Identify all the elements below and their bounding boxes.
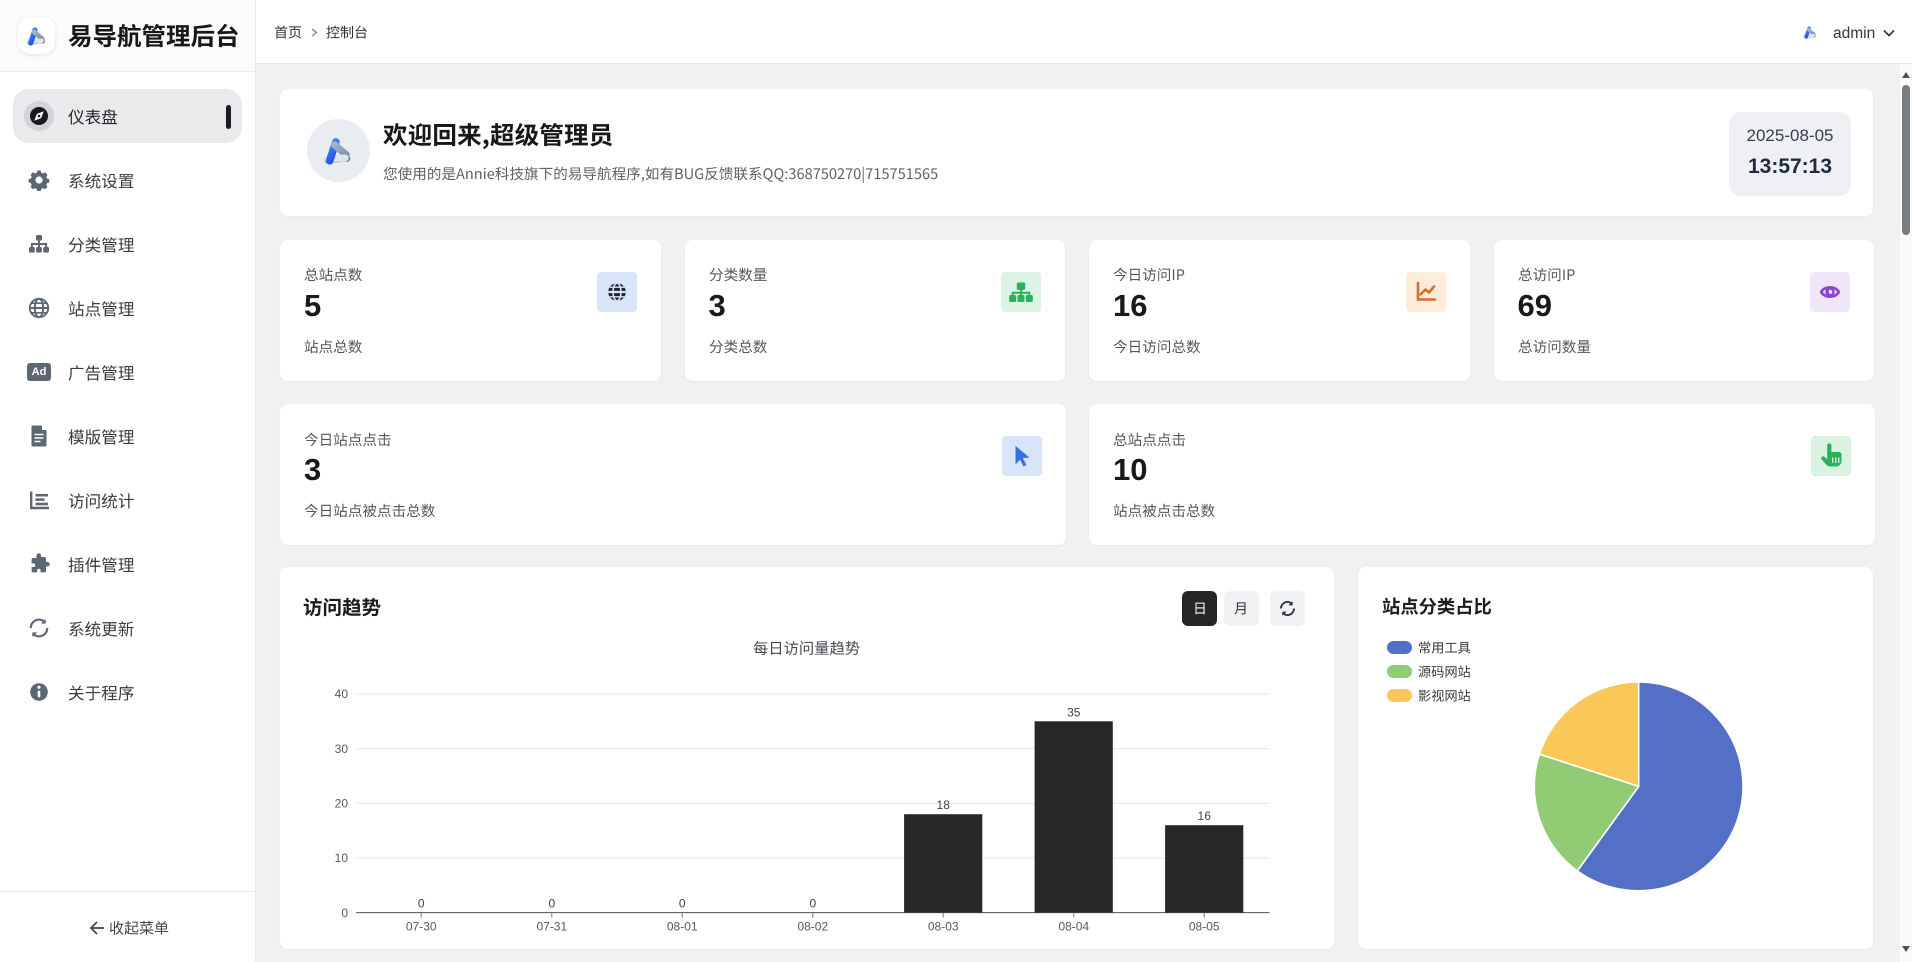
svg-text:18: 18 bbox=[937, 798, 951, 812]
svg-text:16: 16 bbox=[1198, 809, 1212, 823]
svg-text:0: 0 bbox=[548, 897, 555, 911]
svg-text:08-03: 08-03 bbox=[928, 920, 959, 934]
svg-text:0: 0 bbox=[809, 897, 816, 911]
svg-text:08-01: 08-01 bbox=[667, 920, 698, 934]
svg-text:40: 40 bbox=[335, 687, 349, 701]
svg-text:0: 0 bbox=[418, 897, 425, 911]
svg-text:0: 0 bbox=[679, 897, 686, 911]
svg-text:07-30: 07-30 bbox=[406, 920, 437, 934]
svg-text:0: 0 bbox=[341, 906, 348, 920]
svg-text:07-31: 07-31 bbox=[536, 920, 567, 934]
svg-text:08-05: 08-05 bbox=[1189, 920, 1220, 934]
svg-text:20: 20 bbox=[335, 797, 349, 811]
svg-text:10: 10 bbox=[335, 851, 349, 865]
svg-text:08-02: 08-02 bbox=[797, 920, 828, 934]
svg-text:08-04: 08-04 bbox=[1058, 920, 1089, 934]
svg-text:35: 35 bbox=[1067, 705, 1081, 719]
svg-text:30: 30 bbox=[335, 742, 349, 756]
